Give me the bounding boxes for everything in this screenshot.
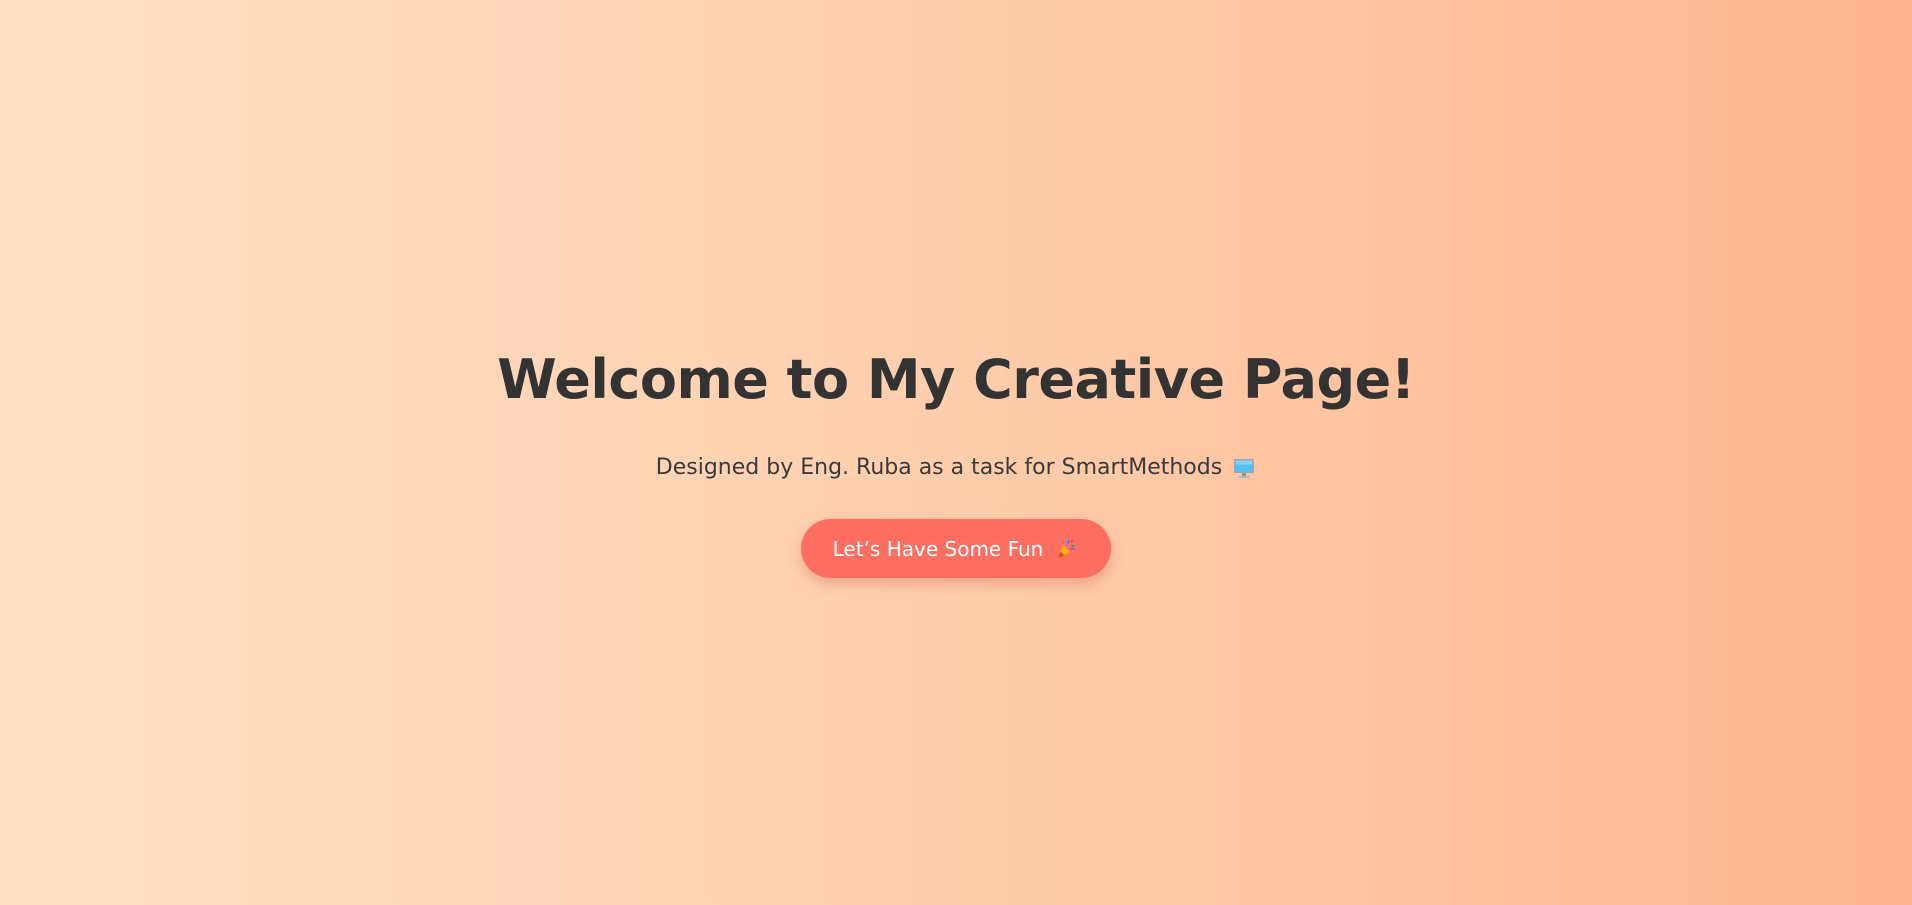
party-popper-icon (1055, 538, 1077, 560)
have-fun-button[interactable]: Let’s Have Some Fun (800, 519, 1112, 578)
page-title: Welcome to My Creative Page! (497, 348, 1415, 411)
computer-icon (1232, 456, 1256, 480)
subtitle-text: Designed by Eng. Ruba as a task for Smar… (655, 455, 1223, 480)
hero-section: Welcome to My Creative Page! Designed by… (0, 0, 1912, 905)
have-fun-button-label: Let’s Have Some Fun (832, 536, 1044, 561)
subtitle: Designed by Eng. Ruba as a task for Smar… (656, 454, 1256, 482)
